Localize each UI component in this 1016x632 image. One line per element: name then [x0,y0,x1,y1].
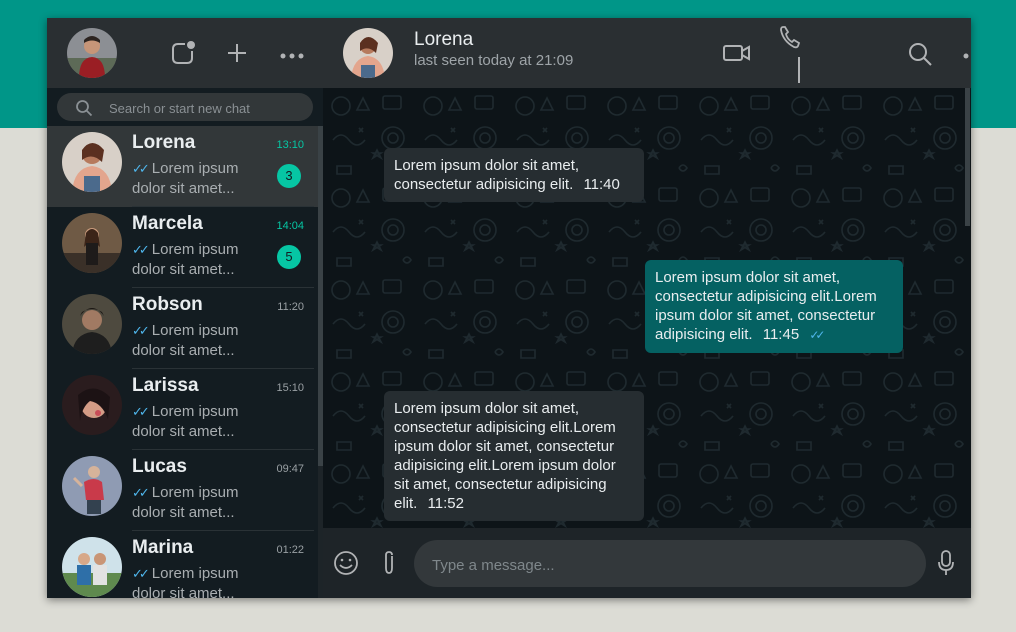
double-check-icon: ✓✓ [132,161,150,176]
preview-text: Lorem ipsum dolor sit amet... [132,565,239,598]
chat-name: Marcela [132,213,203,234]
chat-item-marcela[interactable]: Marcela 14:04 ✓✓ Lorem ipsum dolor sit am… [47,207,318,288]
message-area[interactable]: Lorem ipsum dolor sit amet, consectetur … [323,88,971,528]
message-time: 11:52 [427,495,464,512]
chat-preview: ✓✓ Lorem ipsum dolor sit amet... [132,321,252,361]
chat-item-marina[interactable]: Marina 01:22 ✓✓ Lorem ipsum dolor sit ame… [47,531,318,598]
emoji-icon[interactable] [333,550,359,581]
sidebar-header [47,18,323,88]
preview-text: Lorem ipsum dolor sit amet... [132,484,239,521]
chat-name: Lucas [132,456,187,477]
double-check-icon: ✓✓ [132,485,150,500]
scrollbar-thumb[interactable] [965,88,970,226]
message-composer [323,528,971,598]
double-check-icon: ✓✓ [132,566,150,581]
chat-item-robson[interactable]: Robson 11:20 ✓✓ Lorem ipsum dolor sit ame… [47,288,318,369]
chat-name: Larissa [132,375,199,396]
avatar [62,213,122,273]
message-time: 11:45 [762,326,800,343]
double-check-icon: ✓✓ [132,323,150,338]
chat-name: Lorena [132,132,196,153]
search-bar [47,88,323,126]
chat-time: 01:22 [276,544,304,556]
preview-text: Lorem ipsum dolor sit amet... [132,322,239,359]
message-incoming[interactable]: Lorem ipsum dolor sit amet, consectetur … [384,391,644,521]
chat-time: 13:10 [276,139,304,151]
chat-time: 15:10 [276,382,304,394]
menu-icon[interactable] [280,48,304,66]
read-receipt-icon: ✓✓ [809,328,825,342]
preview-text: Lorem ipsum dolor sit amet... [132,160,239,197]
message-time: 11:40 [583,176,620,193]
search-icon [75,99,93,122]
avatar [62,294,122,354]
unread-badge: 3 [277,164,301,188]
chat-preview: ✓✓ Lorem ipsum dolor sit amet... [132,402,252,442]
contact-avatar[interactable] [343,28,393,78]
voice-call-icon[interactable] [778,23,806,90]
unread-badge: 5 [277,245,301,269]
message-input-box[interactable] [414,540,926,587]
avatar [62,537,122,597]
conversation-header: Lorena last seen today at 21:09 [323,18,971,88]
chat-item-larissa[interactable]: Larissa 15:10 ✓✓ Lorem ipsum dolor sit am… [47,369,318,450]
chat-item-lucas[interactable]: Lucas 09:47 ✓✓ Lorem ipsum dolor sit amet… [47,450,318,531]
chat-preview: ✓✓ Lorem ipsum dolor sit amet... [132,159,252,199]
chat-preview: ✓✓ Lorem ipsum dolor sit amet... [132,564,252,598]
preview-text: Lorem ipsum dolor sit amet... [132,241,239,278]
status-icon[interactable] [170,40,196,71]
avatar [62,132,122,192]
chat-name: Marina [132,537,194,558]
search-icon[interactable] [907,41,933,72]
attach-icon[interactable] [381,550,397,581]
chat-preview: ✓✓ Lorem ipsum dolor sit amet... [132,240,252,280]
video-call-icon[interactable] [723,43,751,68]
message-outgoing[interactable]: Lorem ipsum dolor sit amet, consectetur … [645,260,903,353]
avatar [62,456,122,516]
chat-preview: ✓✓ Lorem ipsum dolor sit amet... [132,483,252,523]
search-box[interactable] [57,93,313,121]
contact-last-seen: last seen today at 21:09 [414,52,574,69]
menu-icon[interactable] [963,48,971,66]
double-check-icon: ✓✓ [132,404,150,419]
message-input[interactable] [430,553,914,577]
preview-text: Lorem ipsum dolor sit amet... [132,403,239,440]
chat-item-lorena[interactable]: Lorena 13:10 ✓✓ Lorem ipsum dolor sit ame… [47,126,318,207]
contact-name[interactable]: Lorena [414,29,473,51]
sidebar: Lorena 13:10 ✓✓Lorem ipsum dolor sit ame… [47,18,323,598]
microphone-icon[interactable] [937,549,955,582]
chat-app-window: Lorena 13:10 ✓✓Lorem ipsum dolor sit ame… [47,18,971,598]
avatar [62,375,122,435]
chat-name: Robson [132,294,203,315]
search-input[interactable] [107,97,307,119]
double-check-icon: ✓✓ [132,242,150,257]
conversation-scrollbar[interactable] [964,88,971,528]
chat-time: 14:04 [276,220,304,232]
chat-time: 11:20 [277,301,304,313]
message-text: Lorem ipsum dolor sit amet, consectetur … [394,157,580,193]
conversation-panel: Lorena last seen today at 21:09 Lorem ip… [323,18,971,598]
chat-time: 09:47 [276,463,304,475]
chat-list: Lorena 13:10 ✓✓ Lorem ipsum dolor sit ame… [47,126,323,598]
new-chat-icon[interactable] [225,41,249,70]
message-incoming[interactable]: Lorem ipsum dolor sit amet, consectetur … [384,148,644,202]
my-avatar[interactable] [67,28,117,78]
